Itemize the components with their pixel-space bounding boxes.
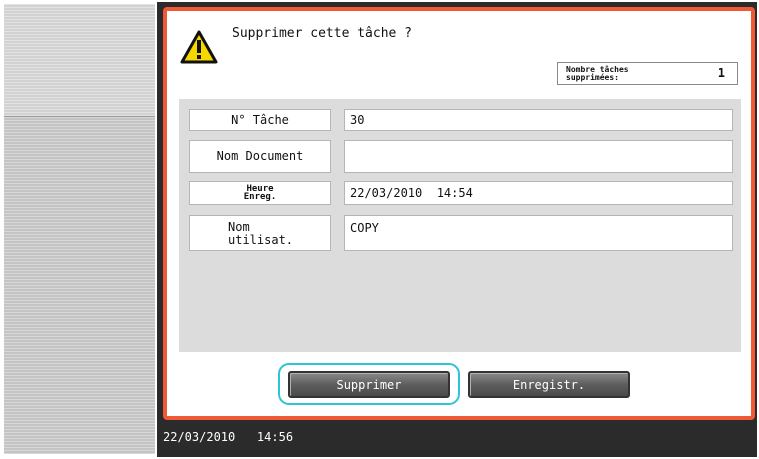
side-panel-top [4, 4, 155, 117]
deleted-count-value: 1 [717, 66, 725, 80]
registration-time-label: Heure Enreg. [189, 181, 331, 205]
job-info-panel: N° Tâche 30 Nom Document Heure Enreg. 22… [179, 99, 741, 352]
job-number-label: N° Tâche [189, 109, 331, 131]
delete-confirmation-dialog: Supprimer cette tâche ? Nombre tâches su… [163, 7, 755, 420]
document-name-value [344, 140, 733, 173]
side-panel-bottom [4, 117, 155, 454]
delete-button[interactable]: Supprimer [288, 371, 450, 398]
document-name-label: Nom Document [189, 140, 331, 173]
footer-datetime: 22/03/2010 14:56 [163, 430, 294, 444]
job-number-value: 30 [344, 109, 733, 131]
registration-time-value: 22/03/2010 14:54 [344, 181, 733, 205]
user-name-label-line2: utilisat. [228, 233, 294, 247]
confirmation-question: Supprimer cette tâche ? [232, 26, 413, 41]
deleted-count-box: Nombre tâches supprimées: 1 [557, 62, 738, 85]
register-button[interactable]: Enregistr. [468, 371, 630, 398]
registration-time-label-text: Heure Enreg. [243, 184, 277, 202]
warning-triangle-icon [180, 30, 218, 64]
deleted-count-label: Nombre tâches supprimées: [566, 65, 629, 82]
user-name-label: Nom utilisat. [189, 215, 331, 251]
user-name-value: COPY [344, 215, 733, 251]
